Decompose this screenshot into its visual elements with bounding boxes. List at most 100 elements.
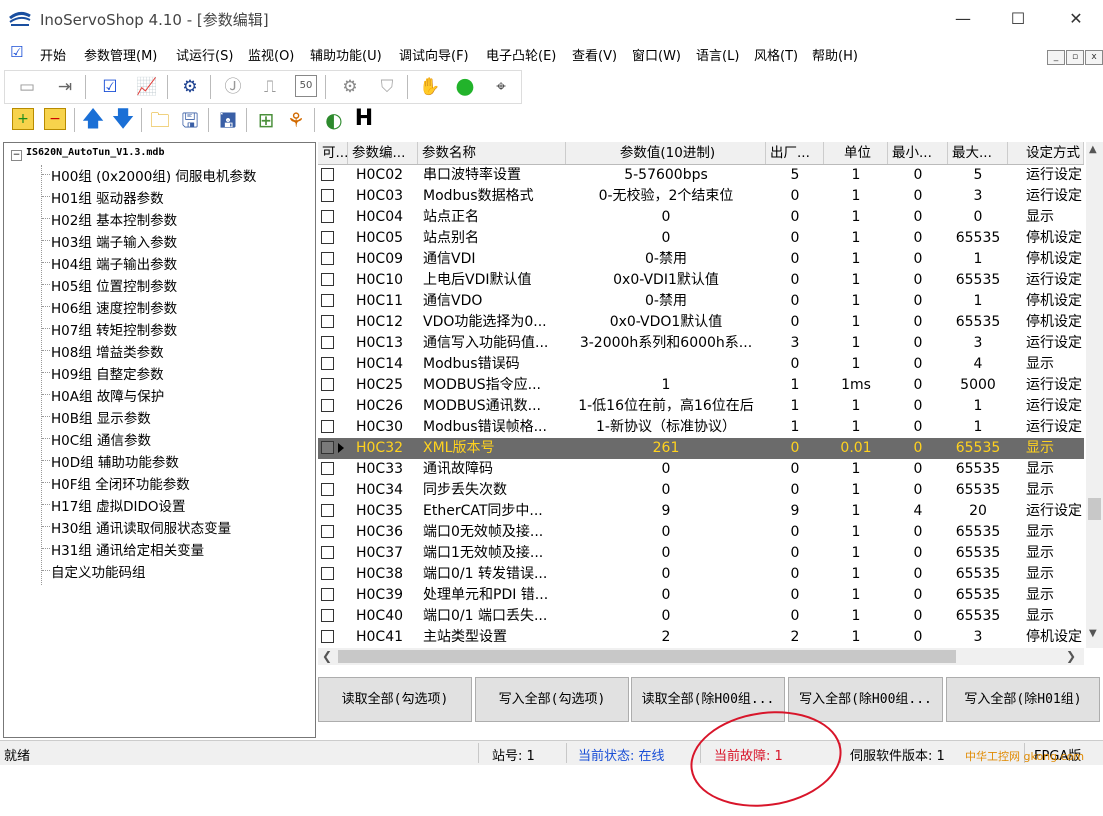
table-row[interactable]: H0C04 站点正名 0 0 1 0 0 显示 <box>318 207 1084 228</box>
mdi-minimize-button[interactable]: _ <box>1047 50 1065 65</box>
hand-icon[interactable]: ✋ <box>418 75 442 99</box>
table-row[interactable]: H0C14 Modbus错误码 0 1 0 4 显示 <box>318 354 1084 375</box>
horizontal-scrollbar[interactable]: ❮ ❯ <box>318 648 1084 665</box>
table-row[interactable]: H0C10 上电后VDI默认值 0x0-VDI1默认值 0 1 0 65535 运行设定 <box>318 270 1084 291</box>
tree-item[interactable]: H02组 基本控制参数 <box>51 209 177 229</box>
table-row[interactable]: H0C30 Modbus错误帧格... 1-新协议（标准协议） 1 1 0 1 运行设定 <box>318 417 1084 438</box>
tree-root[interactable]: IS620N_AutoTun_V1.3.mdb <box>26 147 164 158</box>
row-checkbox[interactable] <box>321 315 334 328</box>
tree-item[interactable]: H31组 通讯给定相关变量 <box>51 539 204 559</box>
horizontal-scroll-thumb[interactable] <box>338 650 956 663</box>
menu-view[interactable]: 查看(V) <box>572 45 617 64</box>
cell-param-value[interactable]: 0x0-VDI1默认值 <box>566 270 766 291</box>
row-checkbox[interactable] <box>321 567 334 580</box>
row-checkbox[interactable] <box>321 609 334 622</box>
cell-param-value[interactable]: 0 <box>566 228 766 249</box>
tree-item[interactable]: H0C组 通信参数 <box>51 429 151 449</box>
col-header-param-code[interactable]: 参数编... <box>348 142 418 164</box>
menu-aux-functions[interactable]: 辅助功能(U) <box>310 45 382 64</box>
contrast-toggle-icon[interactable]: ◐ <box>322 108 346 132</box>
cell-param-value[interactable]: 0 <box>566 543 766 564</box>
row-checkbox[interactable] <box>321 252 334 265</box>
table-row[interactable]: H0C11 通信VDO 0-禁用 0 1 0 1 停机设定 <box>318 291 1084 312</box>
table-row[interactable]: H0C40 端口0/1 端口丢失... 0 0 1 0 65535 显示 <box>318 606 1084 627</box>
tree-item[interactable]: H04组 端子输出参数 <box>51 253 177 273</box>
connect-icon[interactable]: ⇥ <box>53 75 77 99</box>
cell-param-value[interactable]: 0 <box>566 480 766 501</box>
row-checkbox[interactable] <box>321 168 334 181</box>
table-row[interactable]: H0C39 处理单元和PDI 错... 0 0 1 0 65535 显示 <box>318 585 1084 606</box>
remove-row-icon[interactable]: − <box>44 108 66 130</box>
tree-item[interactable]: H0A组 故障与保护 <box>51 385 164 405</box>
write-all-checked-button[interactable]: 写入全部(勾选项) <box>475 677 629 722</box>
mdi-restore-button[interactable]: ▫ <box>1066 50 1084 65</box>
jog-icon[interactable]: Ⓙ <box>221 75 245 99</box>
import-icon[interactable]: ⊞ <box>254 108 278 132</box>
row-checkbox[interactable] <box>321 630 334 643</box>
cell-param-value[interactable]: 0 <box>566 564 766 585</box>
tree-collapse-icon[interactable]: − <box>11 150 22 161</box>
scroll-up-icon[interactable]: ▲ <box>1089 144 1097 155</box>
table-row[interactable]: H0C32 XML版本号 261 0 0.01 0 65535 显示 <box>318 438 1084 459</box>
cell-param-value[interactable] <box>566 354 766 375</box>
col-header-param-name[interactable]: 参数名称 <box>418 142 566 164</box>
menu-start[interactable]: 开始 <box>40 45 66 64</box>
cell-param-value[interactable]: 0-无校验，2个结束位 <box>566 186 766 207</box>
col-header-min[interactable]: 最小... <box>888 142 948 164</box>
green-status-icon[interactable]: ● <box>453 75 477 99</box>
mdi-close-button[interactable]: x <box>1085 50 1103 65</box>
menu-trial-run[interactable]: 试运行(S) <box>176 45 233 64</box>
table-row[interactable]: H0C03 Modbus数据格式 0-无校验，2个结束位 0 1 0 3 运行设定 <box>318 186 1084 207</box>
row-checkbox[interactable] <box>321 525 334 538</box>
table-row[interactable]: H0C09 通信VDI 0-禁用 0 1 0 1 停机设定 <box>318 249 1084 270</box>
tree-item[interactable]: H07组 转矩控制参数 <box>51 319 177 339</box>
cell-param-value[interactable]: 0 <box>566 522 766 543</box>
row-checkbox[interactable] <box>321 441 334 454</box>
h-icon[interactable]: H <box>352 107 376 131</box>
table-row[interactable]: H0C12 VDO功能选择为0... 0x0-VDO1默认值 0 1 0 65535 停机设定 <box>318 312 1084 333</box>
offline-icon[interactable]: ▭ <box>15 75 39 99</box>
check-list-icon[interactable]: ☑ <box>98 75 122 99</box>
write-all-except-h01-button[interactable]: 写入全部(除H01组) <box>946 677 1100 722</box>
row-checkbox[interactable] <box>321 399 334 412</box>
tree-item[interactable]: H00组 (0x2000组) 伺服电机参数 <box>51 165 256 185</box>
row-checkbox[interactable] <box>321 231 334 244</box>
row-checkbox[interactable] <box>321 420 334 433</box>
menu-debug-wizard[interactable]: 调试向导(F) <box>399 45 469 64</box>
row-checkbox[interactable] <box>321 588 334 601</box>
table-row[interactable]: H0C02 串口波特率设置 5-57600bps 5 1 0 5 运行设定 <box>318 165 1084 186</box>
row-checkbox[interactable] <box>321 210 334 223</box>
menu-window[interactable]: 窗口(W) <box>632 45 681 64</box>
shield-icon[interactable]: ⛉ <box>375 75 399 99</box>
arrow-up-icon[interactable]: 🡅 <box>81 108 105 132</box>
gear-arrow-icon[interactable]: ⚙ <box>338 75 362 99</box>
tree-item[interactable]: 自定义功能码组 <box>51 561 146 581</box>
table-row[interactable]: H0C34 同步丢失次数 0 0 1 0 65535 显示 <box>318 480 1084 501</box>
col-header-param-value[interactable]: 参数值(10进制) <box>566 142 766 164</box>
pulse-wave-icon[interactable]: ⎍ <box>258 75 282 99</box>
menu-language[interactable]: 语言(L) <box>696 45 739 64</box>
scroll-right-icon[interactable]: ❯ <box>1066 649 1076 663</box>
row-checkbox[interactable] <box>321 504 334 517</box>
tree-item[interactable]: H0F组 全闭环功能参数 <box>51 473 190 493</box>
row-checkbox[interactable] <box>321 462 334 475</box>
table-row[interactable]: H0C26 MODBUS通讯数... 1-低16位在前，高16位在后 1 1 0 1 运行设定 <box>318 396 1084 417</box>
col-header-factory[interactable]: 出厂... <box>766 142 824 164</box>
arrow-down-icon[interactable]: 🡇 <box>111 108 135 132</box>
cell-param-value[interactable]: 1-低16位在前，高16位在后 <box>566 396 766 417</box>
cell-param-value[interactable]: 0-禁用 <box>566 249 766 270</box>
cell-param-value[interactable]: 0 <box>566 459 766 480</box>
table-row[interactable]: H0C36 端口0无效帧及接... 0 0 1 0 65535 显示 <box>318 522 1084 543</box>
tree-item[interactable]: H0D组 辅助功能参数 <box>51 451 179 471</box>
crosshair-icon[interactable]: ⌖ <box>489 75 513 99</box>
cell-param-value[interactable]: 3-2000h系列和6000h系... <box>566 333 766 354</box>
col-header-selectable[interactable]: 可... <box>318 142 348 164</box>
tree-item[interactable]: H09组 自整定参数 <box>51 363 164 383</box>
row-checkbox[interactable] <box>321 189 334 202</box>
close-button[interactable]: ✕ <box>1053 4 1099 34</box>
menu-monitor[interactable]: 监视(O) <box>248 45 294 64</box>
menu-electronic-cam[interactable]: 电子凸轮(E) <box>486 45 556 64</box>
cell-param-value[interactable]: 261 <box>566 438 766 459</box>
read-all-checked-button[interactable]: 读取全部(勾选项) <box>318 677 472 722</box>
col-header-unit[interactable]: 单位 <box>824 142 888 164</box>
